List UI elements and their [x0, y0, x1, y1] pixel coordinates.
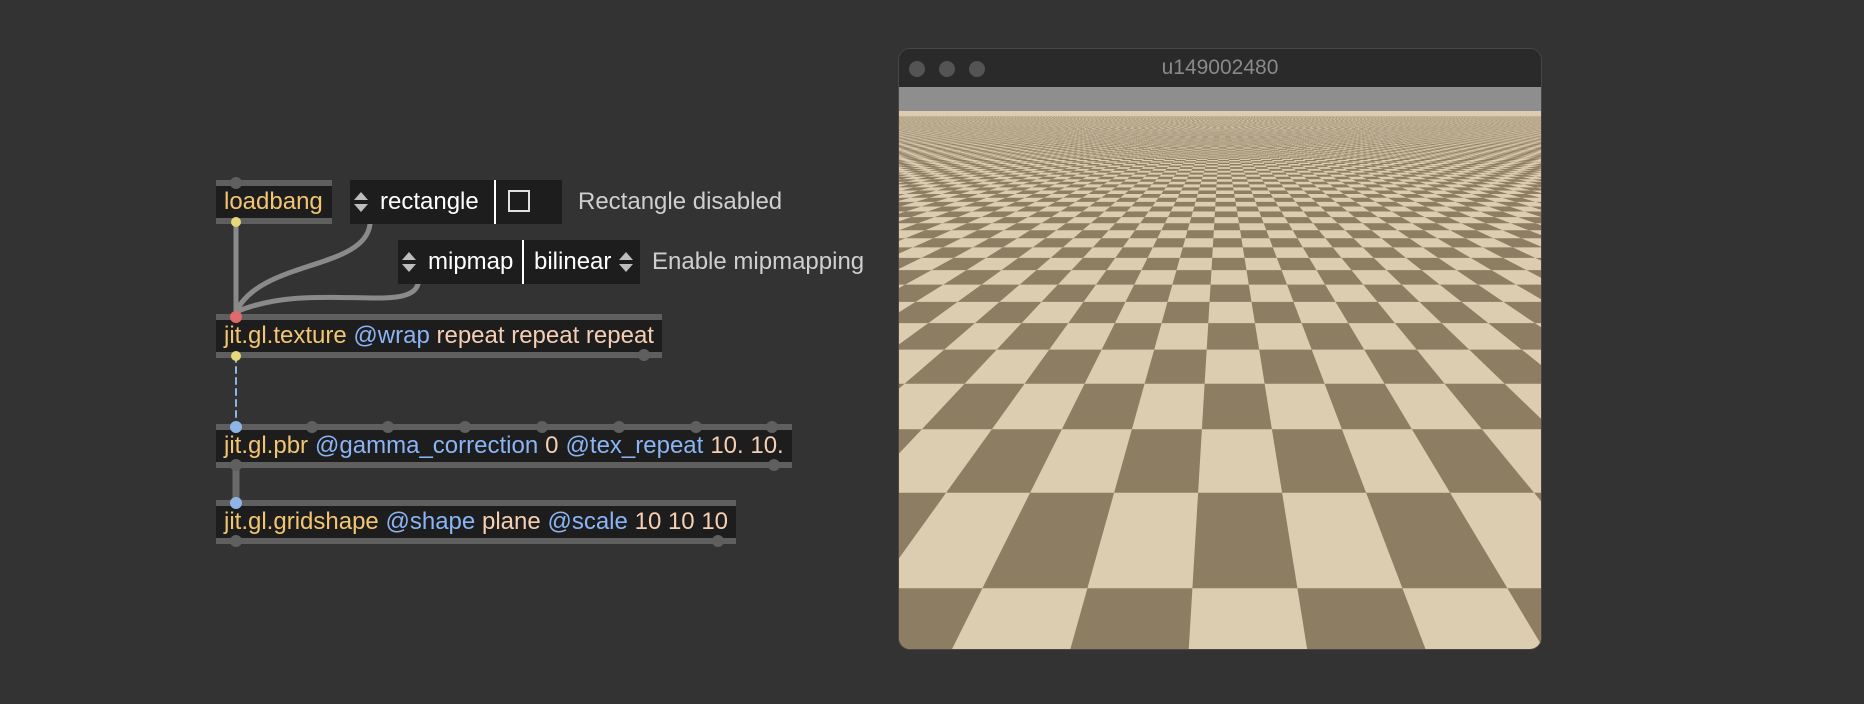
pbr-outlet-1[interactable]: [230, 459, 242, 471]
gl-viewport[interactable]: [899, 87, 1542, 650]
pbr-inlet-3[interactable]: [382, 421, 394, 433]
gridshape-class: jit.gl.gridshape: [224, 508, 379, 536]
texture-outlet[interactable]: [231, 351, 241, 361]
pbr-attr-gamma: @gamma_correction: [315, 432, 538, 460]
menu-arrows-icon: [615, 252, 637, 272]
gridshape-outlet-1[interactable]: [230, 535, 242, 547]
pbr-inlet-4[interactable]: [459, 421, 471, 433]
window-title: u149002480: [1162, 56, 1279, 80]
rectangle-menu[interactable]: rectangle: [350, 180, 494, 224]
pbr-attr-tex-repeat: @tex_repeat: [566, 432, 704, 460]
window-titlebar[interactable]: u149002480: [899, 49, 1541, 87]
texture-object[interactable]: jit.gl.texture @wrap repeat repeat repea…: [216, 314, 662, 358]
gridshape-attr-scale: @scale: [547, 508, 627, 536]
gridshape-value-shape: plane: [482, 508, 541, 536]
cord-mipmap-to-texture: [236, 284, 418, 312]
checkerboard-plane: [899, 87, 1542, 650]
menu-arrows-icon: [350, 192, 372, 212]
zoom-button[interactable]: [969, 61, 985, 77]
close-button[interactable]: [909, 61, 925, 77]
mipmap-menu-label: mipmap: [428, 248, 513, 276]
texture-class: jit.gl.texture: [224, 322, 347, 350]
pbr-inlet-5[interactable]: [536, 421, 548, 433]
sky-band: [899, 87, 1542, 113]
pbr-class: jit.gl.pbr: [224, 432, 308, 460]
pbr-inlet-1[interactable]: [230, 421, 242, 433]
texture-value-wrap: repeat repeat repeat: [436, 322, 654, 350]
loadbang-inlet[interactable]: [230, 177, 242, 189]
pbr-inlet-2[interactable]: [306, 421, 318, 433]
loadbang-object[interactable]: loadbang: [216, 180, 332, 224]
gridshape-attr-shape: @shape: [386, 508, 476, 536]
rectangle-toggle[interactable]: [494, 180, 562, 224]
mipmap-menu[interactable]: mipmap: [398, 240, 522, 284]
filter-menu[interactable]: bilinear: [522, 240, 640, 284]
texture-inlet[interactable]: [230, 311, 242, 323]
texture-attr-wrap: @wrap: [353, 322, 429, 350]
render-window[interactable]: u149002480: [898, 48, 1542, 650]
menu-arrows-icon: [398, 252, 420, 272]
loadbang-outlet[interactable]: [231, 217, 241, 227]
rectangle-comment: Rectangle disabled: [578, 188, 782, 216]
pbr-outlet-2[interactable]: [768, 459, 780, 471]
pbr-inlet-6[interactable]: [613, 421, 625, 433]
filter-menu-label: bilinear: [534, 248, 611, 276]
mipmap-comment: Enable mipmapping: [652, 248, 864, 276]
pbr-inlet-8[interactable]: [766, 421, 778, 433]
texture-outlet-2[interactable]: [638, 349, 650, 361]
pbr-object[interactable]: jit.gl.pbr @gamma_correction 0 @tex_repe…: [216, 424, 792, 468]
pbr-value-gamma: 0: [545, 432, 558, 460]
gridshape-object[interactable]: jit.gl.gridshape @shape plane @scale 10 …: [216, 500, 736, 544]
gridshape-inlet[interactable]: [230, 497, 242, 509]
pbr-value-tex-repeat: 10. 10.: [710, 432, 783, 460]
checkbox-icon: [508, 190, 530, 212]
loadbang-label: loadbang: [224, 188, 323, 216]
gridshape-value-scale: 10 10 10: [635, 508, 728, 536]
pbr-inlet-7[interactable]: [690, 421, 702, 433]
gridshape-outlet-2[interactable]: [712, 535, 724, 547]
rectangle-menu-label: rectangle: [380, 188, 479, 216]
minimize-button[interactable]: [939, 61, 955, 77]
